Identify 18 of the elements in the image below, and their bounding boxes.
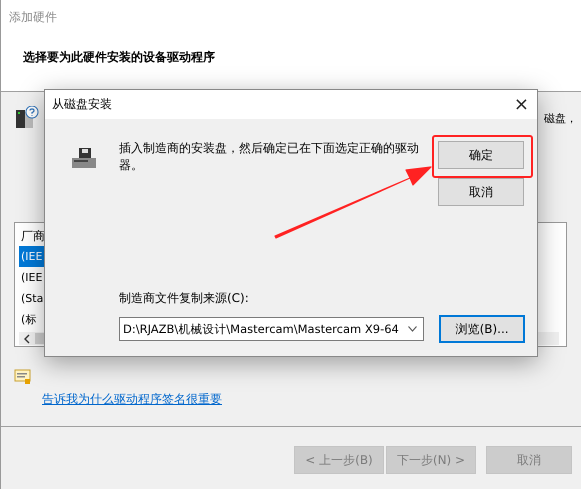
caret-icon — [408, 326, 418, 332]
computer-icon — [14, 106, 40, 130]
field-label: 制造商文件复制来源(C): — [119, 290, 250, 307]
certificate-icon — [14, 369, 32, 385]
ok-button[interactable]: 确定 — [438, 141, 524, 169]
help-link[interactable]: 告诉我为什么驱动程序签名很重要 — [42, 391, 222, 408]
browse-button[interactable]: 浏览(B)... — [439, 315, 525, 343]
column-header: 厂商 — [20, 228, 45, 245]
chevron-left-icon[interactable] — [23, 334, 31, 344]
instruction-text: 磁盘， — [544, 110, 577, 126]
cancel-button[interactable]: 取消 — [438, 178, 524, 206]
path-dropdown[interactable]: D:\RJAZB\机械设计\Mastercam\Mastercam X9-64 — [119, 317, 424, 341]
instruction-text: 插入制造商的安装盘，然后确定已在下面选定正确的驱动器。 — [119, 140, 420, 174]
page-heading: 选择要为此硬件安装的设备驱动程序 — [23, 49, 216, 66]
close-button[interactable]: × — [514, 96, 529, 114]
disk-drive-icon — [71, 147, 97, 169]
dialog-title: 从磁盘安装 — [52, 96, 112, 113]
window-title: 添加硬件 — [9, 9, 58, 26]
